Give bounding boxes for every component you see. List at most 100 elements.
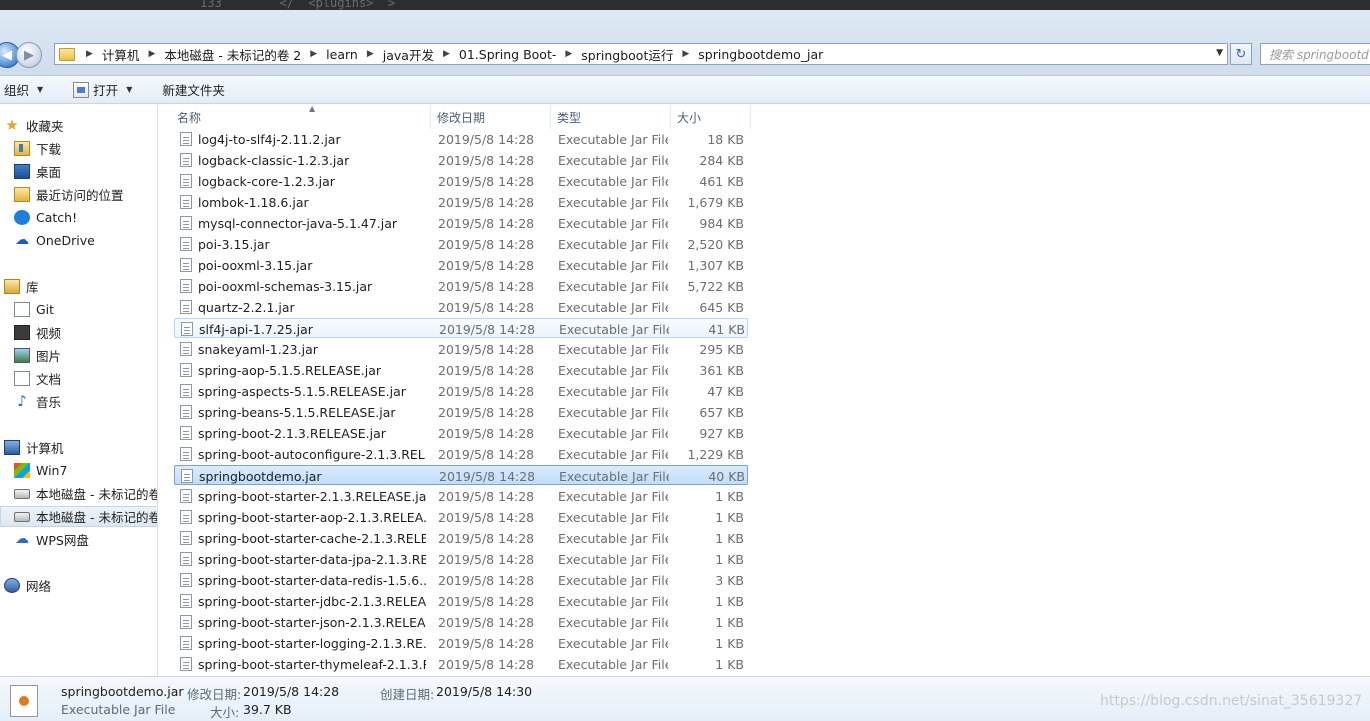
breadcrumb-computer[interactable]: 计算机 <box>98 45 144 64</box>
breadcrumb-current-folder[interactable]: springbootdemo_jar <box>694 47 827 62</box>
file-row[interactable]: spring-boot-starter-data-jpa-2.1.3.RE...… <box>174 549 748 569</box>
chevron-right-icon[interactable]: ▶ <box>677 49 694 59</box>
sidebar-item-git[interactable]: Git <box>14 299 54 320</box>
file-row[interactable]: spring-boot-starter-aop-2.1.3.RELEA... 20… <box>174 507 748 527</box>
chevron-right-icon[interactable]: ▶ <box>143 49 160 59</box>
jar-file-icon <box>180 615 192 629</box>
sidebar-item-win7[interactable]: Win7 <box>14 460 67 481</box>
sidebar-item-onedrive[interactable]: ☁ OneDrive <box>14 230 95 251</box>
file-row[interactable]: spring-boot-starter-json-2.1.3.RELEA... 2… <box>174 612 748 632</box>
sidebar-item-downloads[interactable]: 下载 <box>14 138 61 159</box>
file-row[interactable]: spring-beans-5.1.5.RELEASE.jar 2019/5/8 1… <box>174 402 748 422</box>
sidebar-item-local-disk-1[interactable]: 本地磁盘 - 未标记的卷 <box>14 483 157 504</box>
sidebar-item-local-disk-2[interactable]: 本地磁盘 - 未标记的卷 <box>0 506 157 527</box>
file-size: 461 KB <box>699 174 744 189</box>
file-date: 2019/5/8 14:28 <box>438 447 535 462</box>
breadcrumb-springboot-run[interactable]: springboot运行 <box>577 45 677 64</box>
open-label: 打开 <box>93 83 119 98</box>
jar-file-icon <box>181 322 193 336</box>
file-row[interactable]: mysql-connector-java-5.1.47.jar 2019/5/8 … <box>174 213 748 233</box>
file-row[interactable]: slf4j-api-1.7.25.jar 2019/5/8 14:28 Execut… <box>174 318 748 338</box>
search-input[interactable]: 搜索 springbootd <box>1260 43 1370 65</box>
breadcrumb-java[interactable]: java开发 <box>379 45 438 64</box>
file-row[interactable]: poi-ooxml-3.15.jar 2019/5/8 14:28 Executab… <box>174 255 748 275</box>
file-row[interactable]: lombok-1.18.6.jar 2019/5/8 14:28 Executabl… <box>174 192 748 212</box>
breadcrumb-learn[interactable]: learn <box>322 47 362 62</box>
file-row[interactable]: spring-aspects-5.1.5.RELEASE.jar 2019/5/8… <box>174 381 748 401</box>
file-row[interactable]: log4j-to-slf4j-2.11.2.jar 2019/5/8 14:28 E… <box>174 129 748 149</box>
organize-button[interactable]: 组织 ▼ <box>4 80 43 99</box>
sidebar-item-computer[interactable]: 计算机 <box>4 437 64 458</box>
file-date: 2019/5/8 14:28 <box>438 426 535 441</box>
column-header-name[interactable]: ▲ 名称 <box>171 105 431 129</box>
file-date: 2019/5/8 14:28 <box>438 573 535 588</box>
sidebar-item-label: 网络 <box>26 579 52 594</box>
download-folder-icon <box>14 141 30 156</box>
file-row[interactable]: poi-3.15.jar 2019/5/8 14:28 Executable Jar… <box>174 234 748 254</box>
sidebar-item-favorites[interactable]: ★ 收藏夹 <box>4 115 63 136</box>
sidebar-item-recent[interactable]: 最近访问的位置 <box>14 184 124 205</box>
sidebar-item-videos[interactable]: 视频 <box>14 322 61 343</box>
sidebar-item-catch[interactable]: Catch! <box>14 207 77 228</box>
cloud-icon: ☁ <box>15 531 29 547</box>
file-row[interactable]: logback-classic-1.2.3.jar 2019/5/8 14:28 E… <box>174 150 748 170</box>
file-size: 5,722 KB <box>687 279 744 294</box>
file-size: 1 KB <box>715 489 744 504</box>
sidebar-item-libraries[interactable]: 库 <box>4 276 39 297</box>
column-header-size[interactable]: 大小 <box>671 105 751 129</box>
file-type: Executable Jar File <box>558 342 668 357</box>
jar-file-icon <box>181 469 193 483</box>
chevron-right-icon[interactable]: ▶ <box>438 49 455 59</box>
jar-file-icon <box>180 258 192 272</box>
watermark: https://blog.csdn.net/sinat_35619327 <box>1100 693 1363 709</box>
breadcrumb-local-disk[interactable]: 本地磁盘 - 未标记的卷 2 <box>160 45 305 64</box>
column-header-type[interactable]: 类型 <box>551 105 671 129</box>
file-row[interactable]: spring-boot-starter-data-redis-1.5.6....… <box>174 570 748 590</box>
sidebar-item-documents[interactable]: 文档 <box>14 368 61 389</box>
file-row[interactable]: spring-boot-starter-logging-2.1.3.RE... 2… <box>174 633 748 653</box>
file-row[interactable]: poi-ooxml-schemas-3.15.jar 2019/5/8 14:28… <box>174 276 748 296</box>
sidebar-item-label: Catch! <box>36 210 78 225</box>
file-size: 47 KB <box>707 384 744 399</box>
chevron-right-icon[interactable]: ▶ <box>560 49 577 59</box>
file-size: 1 KB <box>715 594 744 609</box>
file-row[interactable]: spring-boot-2.1.3.RELEASE.jar 2019/5/8 14… <box>174 423 748 443</box>
sidebar-item-music[interactable]: ♪ 音乐 <box>14 391 61 412</box>
file-row[interactable]: spring-aop-5.1.5.RELEASE.jar 2019/5/8 14:… <box>174 360 748 380</box>
details-modified-label: 修改日期: <box>187 687 242 702</box>
open-button[interactable]: 打开 ▼ <box>73 80 132 99</box>
address-bar[interactable]: ▶ 计算机 ▶ 本地磁盘 - 未标记的卷 2 ▶ learn ▶ java开发 … <box>54 43 1228 65</box>
computer-icon <box>4 440 20 455</box>
jar-file-icon <box>180 216 192 230</box>
file-row[interactable]: spring-boot-starter-thymeleaf-2.1.3.R...… <box>174 654 748 674</box>
sidebar-item-pictures[interactable]: 图片 <box>14 345 61 366</box>
column-header-date[interactable]: 修改日期 <box>431 105 551 129</box>
file-type: Executable Jar File <box>558 636 668 651</box>
file-date: 2019/5/8 14:28 <box>438 363 535 378</box>
refresh-button[interactable]: ↻ <box>1230 43 1252 65</box>
file-row[interactable]: spring-boot-starter-jdbc-2.1.3.RELEA... 2… <box>174 591 748 611</box>
sidebar-item-network[interactable]: 网络 <box>4 575 51 596</box>
file-row[interactable]: spring-boot-autoconfigure-2.1.3.REL... 20… <box>174 444 748 464</box>
recent-places-icon <box>14 187 30 202</box>
jar-file-icon <box>180 531 192 545</box>
breadcrumb-spring-boot[interactable]: 01.Spring Boot- <box>455 47 560 62</box>
sidebar-item-desktop[interactable]: 桌面 <box>14 161 61 182</box>
file-row[interactable]: logback-core-1.2.3.jar 2019/5/8 14:28 Exec… <box>174 171 748 191</box>
file-row[interactable]: snakeyaml-1.23.jar 2019/5/8 14:28 Executab… <box>174 339 748 359</box>
file-date: 2019/5/8 14:28 <box>438 531 535 546</box>
file-row[interactable]: quartz-2.2.1.jar 2019/5/8 14:28 Executable… <box>174 297 748 317</box>
chevron-right-icon[interactable]: ▶ <box>305 49 322 59</box>
chevron-right-icon[interactable]: ▶ <box>362 49 379 59</box>
jar-file-icon <box>180 237 192 251</box>
file-type: Executable Jar File <box>558 300 668 315</box>
file-row[interactable]: spring-boot-starter-cache-2.1.3.RELE... 2… <box>174 528 748 548</box>
chevron-down-icon[interactable]: ▼ <box>1216 48 1223 58</box>
chevron-right-icon[interactable]: ▶ <box>81 49 98 59</box>
file-row[interactable]: springbootdemo.jar 2019/5/8 14:28 Executab… <box>174 465 748 485</box>
file-name: springbootdemo.jar <box>199 469 322 484</box>
new-folder-button[interactable]: 新建文件夹 <box>162 80 225 99</box>
file-row[interactable]: spring-boot-starter-2.1.3.RELEASE.jar 201… <box>174 486 748 506</box>
forward-button[interactable]: ▶ <box>16 42 42 68</box>
sidebar-item-wps[interactable]: ☁ WPS网盘 <box>14 529 89 550</box>
